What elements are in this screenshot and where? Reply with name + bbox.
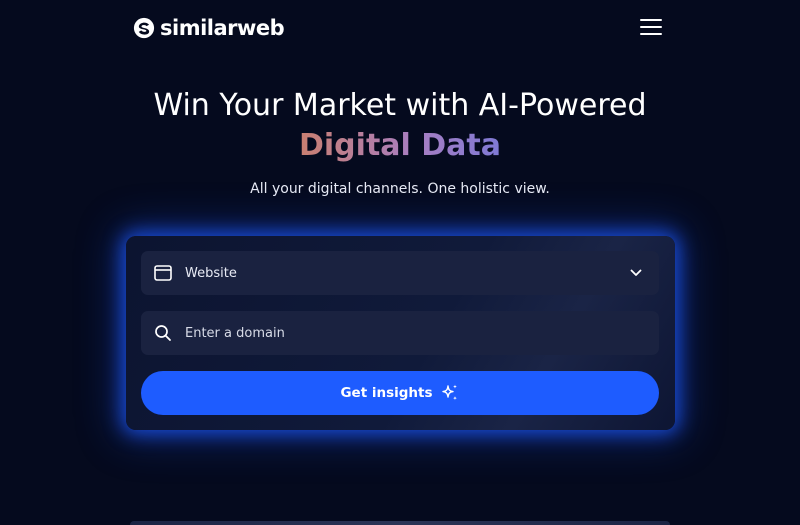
hero-title-line1: Win Your Market with AI-Powered (153, 88, 647, 123)
hero-title-highlight: Digital Data (0, 126, 800, 166)
get-insights-button[interactable]: Get insights (141, 371, 659, 415)
next-section-edge (130, 521, 670, 525)
hamburger-menu-button[interactable] (638, 16, 664, 38)
sparkle-icon (440, 383, 460, 403)
hero-subtitle: All your digital channels. One holistic … (250, 181, 550, 197)
page: similarweb Win Your Market with AI-Power… (0, 0, 800, 525)
browser-window-icon (153, 263, 173, 283)
chevron-down-icon (627, 264, 645, 282)
similarweb-logo-icon (133, 17, 155, 39)
header: similarweb (0, 0, 800, 56)
hamburger-menu-icon-line (640, 26, 662, 28)
hamburger-menu-icon-line (640, 33, 662, 35)
get-insights-label: Get insights (340, 385, 433, 401)
type-select-value: Website (185, 265, 237, 281)
logo-link[interactable]: similarweb (133, 14, 285, 42)
hero-title: Win Your Market with AI-Powered Digital … (0, 86, 800, 166)
domain-field (141, 311, 659, 355)
search-card: Website Get insights (126, 236, 675, 430)
search-icon (153, 323, 173, 343)
type-select[interactable]: Website (141, 251, 659, 295)
hamburger-menu-icon (640, 19, 662, 21)
logo-text: similarweb (160, 16, 285, 40)
domain-input[interactable] (185, 325, 625, 341)
